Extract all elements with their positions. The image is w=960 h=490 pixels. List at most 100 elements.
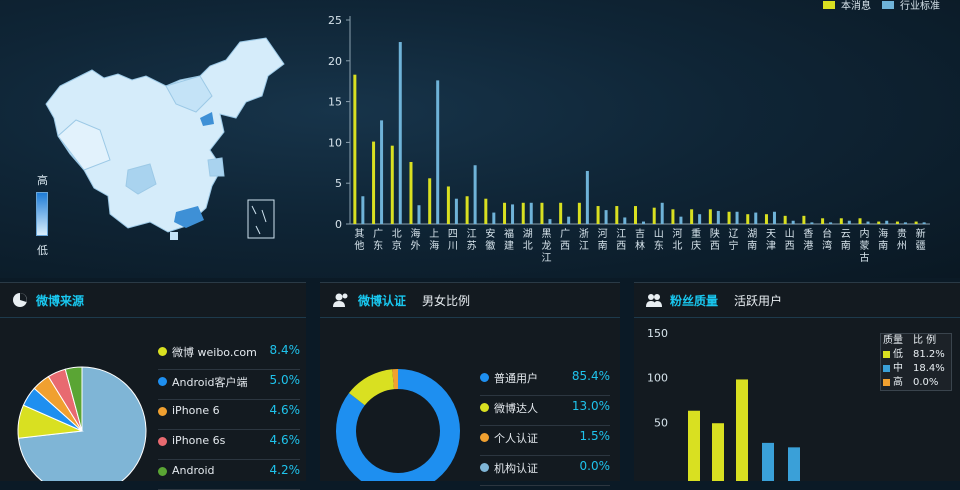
bar-series2: [492, 212, 496, 224]
legend-dot: [480, 433, 489, 442]
legend-label-series1: 本消息: [841, 1, 871, 12]
users-icon: [646, 294, 662, 307]
list-item-value: 0.0%: [579, 459, 611, 473]
list-item: Android 4.2%: [158, 459, 300, 490]
x-tick-label: 南: [841, 239, 851, 252]
x-tick-label: 陕: [710, 227, 720, 240]
bar-series2: [660, 202, 664, 224]
x-tick-label: 河: [672, 228, 682, 240]
bar-series2: [604, 210, 608, 224]
bar-series1: [708, 209, 712, 224]
x-tick-label: 古: [860, 251, 870, 264]
panel-title: 微博认证: [358, 294, 407, 308]
x-tick-label: 建: [504, 239, 514, 252]
list-item-value: 13.0%: [571, 399, 610, 413]
legend-label-series2: 行业标准: [900, 1, 940, 12]
y-tick-label: 5: [335, 177, 342, 190]
y-tick-label: 100: [647, 372, 668, 385]
bar-series1: [727, 211, 731, 224]
x-tick-label: 香: [803, 228, 813, 240]
panel-title-bar: 粉丝质量 活跃用户: [634, 283, 960, 318]
legend-dot: [158, 407, 167, 416]
legend-dot: [158, 347, 167, 356]
legend-swatch-series1: [823, 0, 835, 9]
panel-subtitle: 男女比例: [422, 294, 471, 308]
x-tick-label: 西: [616, 241, 626, 252]
x-tick-label: 天: [766, 229, 776, 240]
legend-item-series1: 本消息: [823, 0, 871, 12]
x-tick-label: 外: [410, 240, 420, 252]
bar-series1: [634, 206, 637, 224]
bar-series2: [903, 222, 907, 224]
legend-dot: [158, 467, 167, 476]
list-item-value: 85.4%: [571, 369, 610, 383]
list-item: 微博达人 13.0%: [480, 395, 610, 426]
x-tick-label: 其: [354, 228, 364, 240]
y-tick-label: 10: [328, 136, 342, 149]
bar-series2: [529, 202, 533, 224]
x-tick-label: 海: [429, 239, 439, 252]
bar-series2: [398, 42, 402, 225]
bar-series1: [409, 161, 413, 224]
x-tick-label: 港: [803, 240, 813, 252]
list-item-label: Android客户端: [172, 376, 248, 389]
x-tick-label: 西: [785, 241, 795, 252]
list-item-value: 1.5%: [579, 429, 611, 443]
legend-dot: [480, 463, 489, 472]
bar-series2: [735, 211, 739, 224]
panel-title-bar: 微博认证 男女比例: [320, 283, 620, 318]
table-row: 中 18.4%: [881, 362, 951, 376]
bar-series2: [679, 216, 683, 224]
bar-series1: [821, 218, 825, 224]
x-tick-label: 福: [504, 227, 514, 240]
x-tick-label: 江: [579, 240, 589, 252]
y-tick-label: 25: [328, 14, 342, 27]
x-tick-label: 台: [822, 227, 832, 240]
table-cell-label: 中: [881, 362, 911, 376]
bar-series1: [895, 221, 899, 224]
bar: [788, 447, 800, 481]
x-tick-label: 州: [897, 240, 907, 252]
table-swatch: [883, 378, 890, 386]
list-item-label: 微博达人: [494, 402, 538, 415]
list-item-value: 8.4%: [269, 343, 301, 357]
y-tick-label: 150: [647, 327, 668, 340]
bar: [688, 410, 700, 481]
bar-series2: [642, 221, 645, 224]
table-cell-value: 0.0%: [913, 377, 939, 388]
x-tick-label: 东: [654, 239, 664, 252]
x-tick-label: 西: [710, 241, 720, 252]
legend-swatch-series2: [882, 0, 894, 9]
list-item-label: Android: [172, 464, 215, 477]
panel-title: 微博来源: [36, 294, 85, 308]
bar-series1: [521, 202, 525, 224]
table-header: 质量比 例: [881, 334, 951, 348]
panel-weibo-source: 微博来源 微博 weibo.com 8.4% Android客户端 5.0% iPhon…: [0, 282, 306, 490]
x-tick-label: 江: [541, 252, 551, 264]
user-badge-icon: [333, 293, 348, 307]
legend-dot: [158, 377, 167, 386]
bar-series2: [361, 196, 365, 224]
table-cell-value: 18.4%: [913, 363, 945, 374]
x-tick-label: 云: [841, 229, 851, 240]
bar-series1: [914, 221, 918, 224]
bar-series1: [783, 215, 787, 224]
region-bar-chart: 0510152025其他广东北京海外上海四川江苏安徽福建湖北黑龙江广西浙江河南江…: [328, 14, 930, 264]
table-header-cell: 质量: [883, 335, 903, 346]
x-tick-label: 湾: [822, 239, 832, 252]
bar-series1: [802, 215, 806, 224]
list-item: 微博 weibo.com 8.4%: [158, 339, 300, 370]
x-tick-label: 山: [654, 228, 664, 240]
bar-series1: [577, 202, 581, 224]
bar-series1: [615, 206, 619, 224]
x-tick-label: 南: [878, 239, 888, 252]
x-tick-label: 广: [373, 228, 383, 240]
list-item-label: 机构认证: [494, 462, 538, 475]
bar-series1: [390, 145, 394, 224]
list-item-value: 4.6%: [269, 403, 301, 417]
legend-item-series2: 行业标准: [882, 0, 940, 12]
table-row: 高 0.0%: [881, 376, 951, 390]
source-pie-chart: [17, 366, 147, 481]
list-item: iPhone 6 4.6%: [158, 399, 300, 430]
y-tick-label: 20: [328, 55, 342, 68]
